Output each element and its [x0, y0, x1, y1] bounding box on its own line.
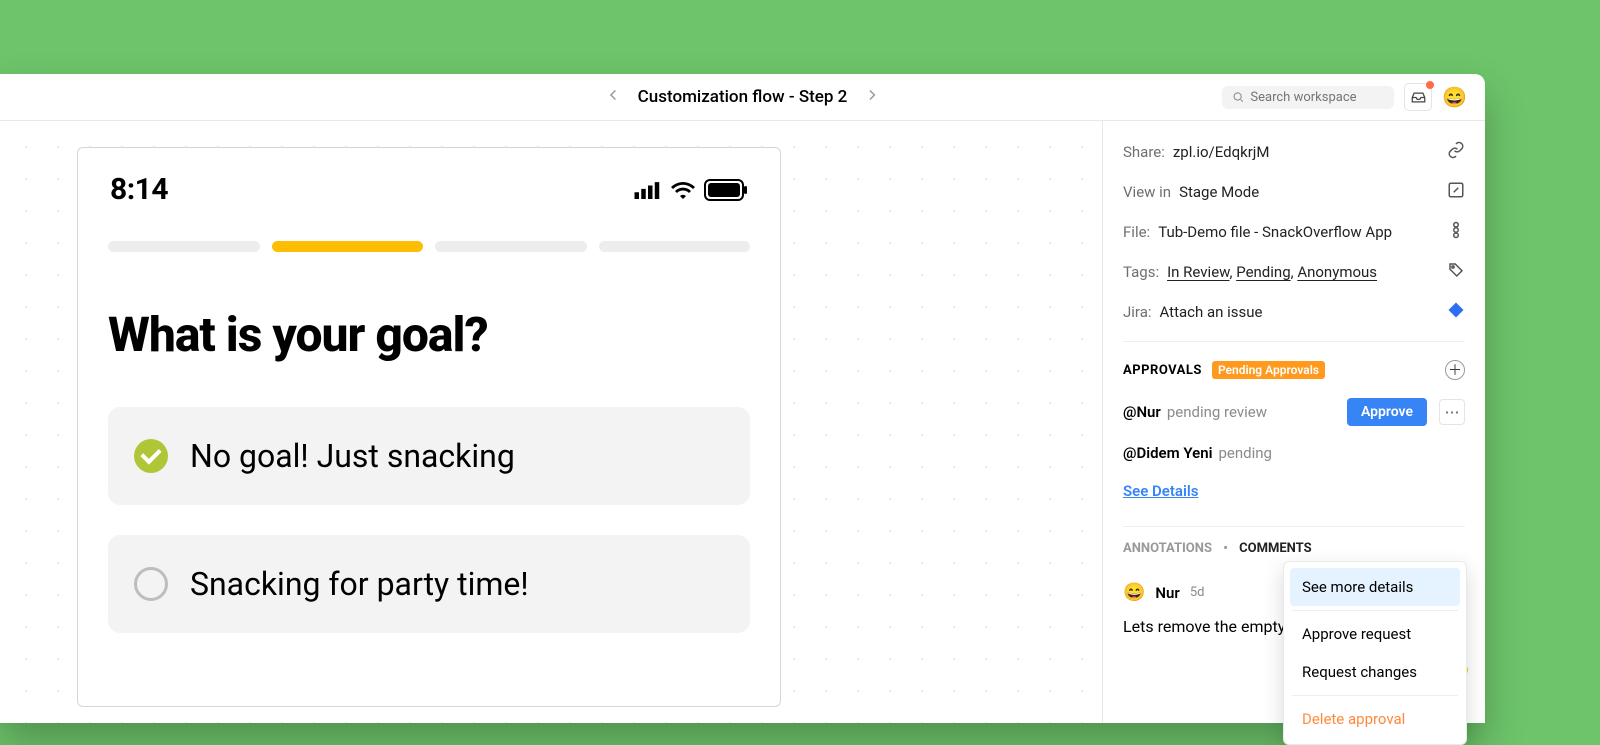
- breadcrumb: Customization flow - Step 2: [600, 84, 886, 111]
- question-heading: What is your goal?: [108, 306, 750, 363]
- status-time: 8:14: [110, 172, 168, 207]
- menu-delete-approval[interactable]: Delete approval: [1290, 700, 1460, 738]
- option-2[interactable]: Snacking for party time!: [108, 535, 750, 633]
- tags-label: Tags:: [1123, 263, 1159, 281]
- jira-value[interactable]: Attach an issue: [1160, 303, 1263, 321]
- approval-state: pending: [1218, 444, 1271, 462]
- jira-label: Jira:: [1123, 303, 1152, 321]
- prev-button[interactable]: [600, 84, 626, 111]
- comment-age: 5d: [1190, 585, 1205, 600]
- share-label: Share:: [1123, 143, 1165, 161]
- radio-checked-icon: [134, 439, 168, 473]
- notification-dot: [1426, 81, 1434, 89]
- file-label: File:: [1123, 223, 1150, 241]
- tag-link[interactable]: In Review: [1167, 263, 1229, 281]
- step-2: [272, 241, 424, 252]
- jira-icon[interactable]: [1447, 301, 1465, 323]
- radio-unchecked-icon: [134, 567, 168, 601]
- page-title: Customization flow - Step 2: [638, 87, 848, 107]
- next-button[interactable]: [859, 84, 885, 111]
- toolbar-right: 😄: [1222, 83, 1485, 111]
- approval-user: @Didem Yeni: [1123, 444, 1212, 462]
- side-panel: Share: zpl.io/EdqkrjM View in Stage Mode…: [1102, 121, 1485, 723]
- share-value[interactable]: zpl.io/EdqkrjM: [1173, 143, 1270, 161]
- menu-request-changes[interactable]: Request changes: [1290, 653, 1460, 691]
- search-input[interactable]: [1250, 90, 1384, 105]
- see-details-link[interactable]: See Details: [1123, 482, 1198, 500]
- signal-icon: [634, 181, 662, 199]
- device-frame: 8:14: [77, 147, 781, 707]
- search-icon: [1232, 90, 1244, 104]
- tag-link[interactable]: Anonymous: [1297, 263, 1377, 281]
- option-label: Snacking for party time!: [190, 565, 529, 603]
- approvals-title: APPROVALS: [1123, 363, 1202, 378]
- status-bar: 8:14: [108, 168, 750, 217]
- tag-link[interactable]: Pending: [1236, 263, 1290, 281]
- tab-comments[interactable]: COMMENTS: [1239, 541, 1312, 556]
- tag-icon[interactable]: [1447, 261, 1465, 283]
- topbar: Customization flow - Step 2 😄: [0, 74, 1485, 121]
- approval-more-button[interactable]: ⋯: [1439, 399, 1465, 425]
- expand-icon[interactable]: [1447, 181, 1465, 203]
- add-approval-button[interactable]: ＋: [1445, 360, 1465, 380]
- annotation-tabs: ANNOTATIONS • COMMENTS: [1123, 526, 1465, 556]
- view-value[interactable]: Stage Mode: [1179, 183, 1259, 201]
- approval-row: @Nur pending review Approve ⋯: [1123, 398, 1465, 426]
- step-1: [108, 241, 260, 252]
- file-value[interactable]: Tub-Demo file - SnackOverflow App: [1158, 223, 1392, 241]
- figma-icon[interactable]: [1447, 221, 1465, 243]
- comment-avatar: 😄: [1123, 582, 1145, 603]
- step-indicator: [108, 241, 750, 252]
- app-frame: Customization flow - Step 2 😄 8:14: [0, 74, 1485, 723]
- menu-see-details[interactable]: See more details: [1290, 568, 1460, 606]
- user-avatar[interactable]: 😄: [1442, 85, 1467, 109]
- copy-link-icon[interactable]: [1447, 141, 1465, 163]
- inbox-button[interactable]: [1404, 83, 1432, 111]
- tags-list: In Review, Pending, Anonymous: [1167, 263, 1377, 281]
- step-3: [435, 241, 587, 252]
- tab-annotations[interactable]: ANNOTATIONS: [1123, 541, 1212, 556]
- option-1[interactable]: No goal! Just snacking: [108, 407, 750, 505]
- approval-user: @Nur: [1123, 403, 1161, 421]
- approval-row: @Didem Yeni pending: [1123, 444, 1465, 462]
- canvas[interactable]: 8:14: [0, 121, 1102, 723]
- option-label: No goal! Just snacking: [190, 437, 515, 475]
- step-4: [599, 241, 751, 252]
- view-label: View in: [1123, 183, 1171, 201]
- approve-button[interactable]: Approve: [1347, 398, 1427, 426]
- comment-author: Nur: [1155, 584, 1179, 602]
- approval-state: pending review: [1167, 403, 1267, 421]
- approval-menu: See more details Approve request Request…: [1283, 561, 1467, 745]
- inbox-icon: [1411, 90, 1426, 105]
- wifi-icon: [670, 181, 696, 199]
- search-box[interactable]: [1222, 86, 1394, 109]
- menu-approve-request[interactable]: Approve request: [1290, 615, 1460, 653]
- battery-icon: [704, 179, 748, 201]
- approvals-badge: Pending Approvals: [1212, 361, 1325, 379]
